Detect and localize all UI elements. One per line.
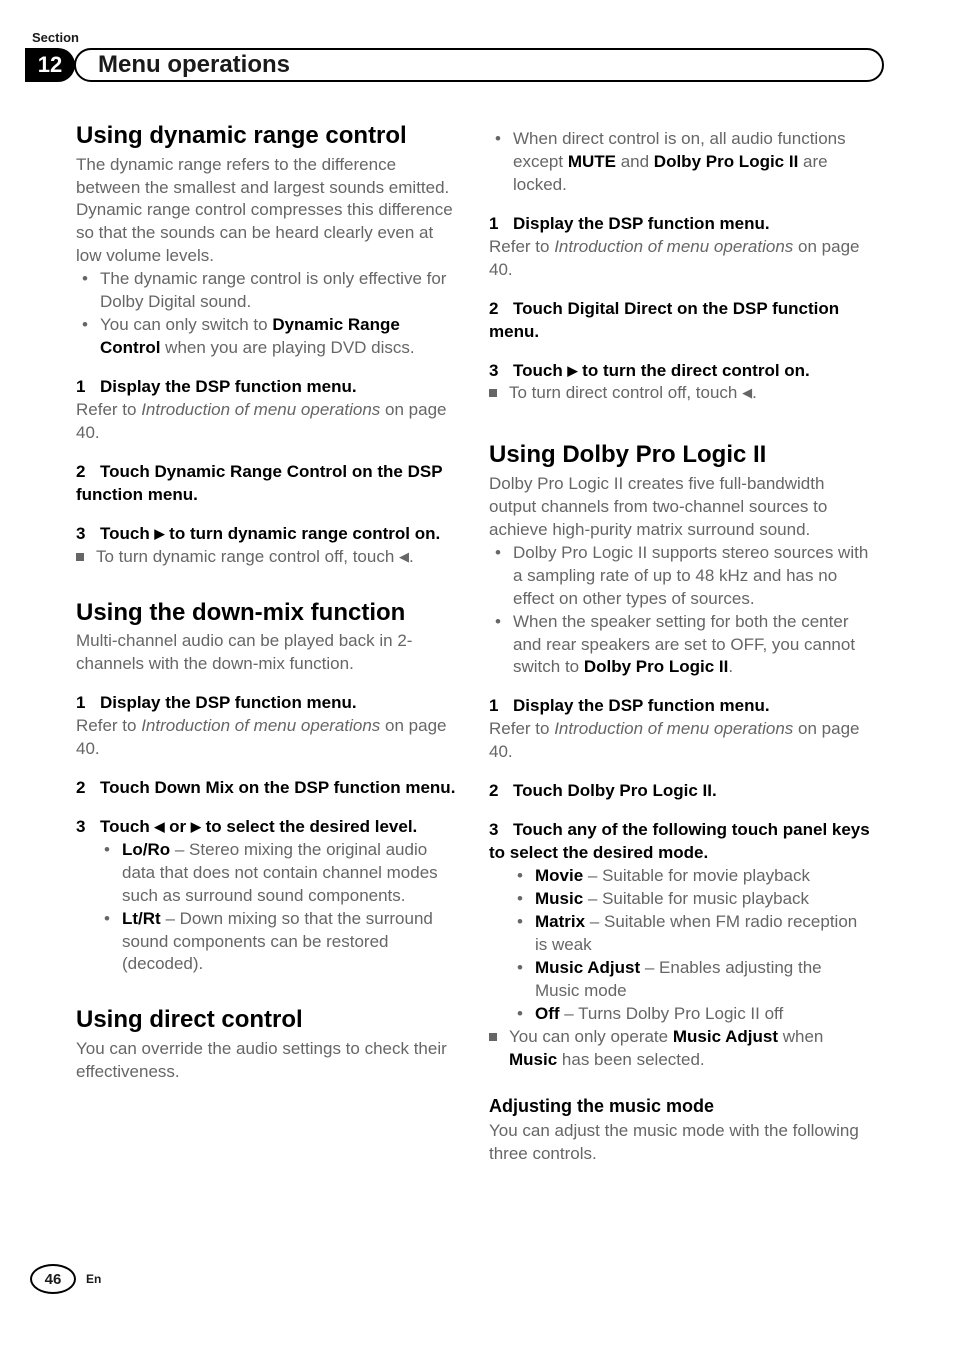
step: 1Display the DSP function menu. — [489, 213, 870, 236]
bullet-list: Lo/Ro – Stereo mixing the original audio… — [76, 839, 457, 977]
step: 3Touch to turn the direct control on. — [489, 360, 870, 383]
list-item: The dynamic range control is only effect… — [100, 268, 457, 314]
step: 3Touch to turn dynamic range control on. — [76, 523, 457, 546]
left-column: Using dynamic range control The dynamic … — [76, 122, 457, 1166]
bullet-list: The dynamic range control is only effect… — [76, 268, 457, 360]
right-column: When direct control is on, all audio fun… — [489, 122, 870, 1166]
list-item: You can only switch to Dynamic Range Con… — [100, 314, 457, 360]
bullet-list: Dolby Pro Logic II supports stereo sourc… — [489, 542, 870, 680]
list-item: Music – Suitable for music playback — [535, 888, 870, 911]
bullet-list: Movie – Suitable for movie playback Musi… — [489, 865, 870, 1026]
step: 2Touch Down Mix on the DSP function menu… — [76, 777, 457, 800]
right-arrow-icon — [154, 524, 164, 543]
left-arrow-icon — [399, 547, 409, 566]
content-columns: Using dynamic range control The dynamic … — [30, 122, 884, 1166]
paragraph: Refer to Introduction of menu operations… — [76, 715, 457, 761]
right-arrow-icon — [567, 361, 577, 380]
heading-dynamic-range: Using dynamic range control — [76, 122, 457, 150]
list-item: Movie – Suitable for movie playback — [535, 865, 870, 888]
note: To turn direct control off, touch . — [489, 382, 870, 405]
step: 1Display the DSP function menu. — [489, 695, 870, 718]
step: 1Display the DSP function menu. — [76, 376, 457, 399]
paragraph: Dolby Pro Logic II creates five full-ban… — [489, 473, 870, 542]
step: 3Touch any of the following touch panel … — [489, 819, 870, 865]
bullet-list: When direct control is on, all audio fun… — [489, 128, 870, 197]
left-arrow-icon — [154, 817, 164, 836]
note: To turn dynamic range control off, touch… — [76, 546, 457, 569]
left-arrow-icon — [742, 383, 752, 402]
paragraph: Refer to Introduction of menu operations… — [489, 236, 870, 282]
list-item: Lt/Rt – Down mixing so that the surround… — [122, 908, 457, 977]
list-item: When the speaker setting for both the ce… — [513, 611, 870, 680]
page: Section 12 Menu operations Using dynamic… — [0, 0, 954, 1352]
heading-dolby: Using Dolby Pro Logic II — [489, 441, 870, 469]
heading-music-mode: Adjusting the music mode — [489, 1095, 870, 1118]
heading-downmix: Using the down-mix function — [76, 599, 457, 627]
list-item: When direct control is on, all audio fun… — [513, 128, 870, 197]
right-arrow-icon — [191, 817, 201, 836]
list-item: Matrix – Suitable when FM radio receptio… — [535, 911, 870, 957]
list-item: Dolby Pro Logic II supports stereo sourc… — [513, 542, 870, 611]
chapter-title: Menu operations — [74, 48, 884, 82]
step: 1Display the DSP function menu. — [76, 692, 457, 715]
step: 2Touch Digital Direct on the DSP functio… — [489, 298, 870, 344]
step: 3Touch or to select the desired level. — [76, 816, 457, 839]
list-item: Off – Turns Dolby Pro Logic II off — [535, 1003, 870, 1026]
paragraph: The dynamic range refers to the differen… — [76, 154, 457, 269]
paragraph: Multi-channel audio can be played back i… — [76, 630, 457, 676]
heading-direct-control: Using direct control — [76, 1006, 457, 1034]
paragraph: Refer to Introduction of menu operations… — [489, 718, 870, 764]
paragraph: Refer to Introduction of menu operations… — [76, 399, 457, 445]
section-number-badge: 12 — [25, 48, 75, 82]
step: 2Touch Dolby Pro Logic II. — [489, 780, 870, 803]
step: 2Touch Dynamic Range Control on the DSP … — [76, 461, 457, 507]
list-item: Music Adjust – Enables adjusting the Mus… — [535, 957, 870, 1003]
page-number-badge: 46 En — [30, 1264, 101, 1294]
page-number: 46 — [30, 1264, 76, 1294]
paragraph: You can adjust the music mode with the f… — [489, 1120, 870, 1166]
page-language: En — [86, 1272, 101, 1286]
header-row: 12 Menu operations — [30, 48, 884, 82]
list-item: Lo/Ro – Stereo mixing the original audio… — [122, 839, 457, 908]
paragraph: You can override the audio settings to c… — [76, 1038, 457, 1084]
note: You can only operate Music Adjust when M… — [489, 1026, 870, 1072]
section-label: Section — [32, 30, 884, 45]
